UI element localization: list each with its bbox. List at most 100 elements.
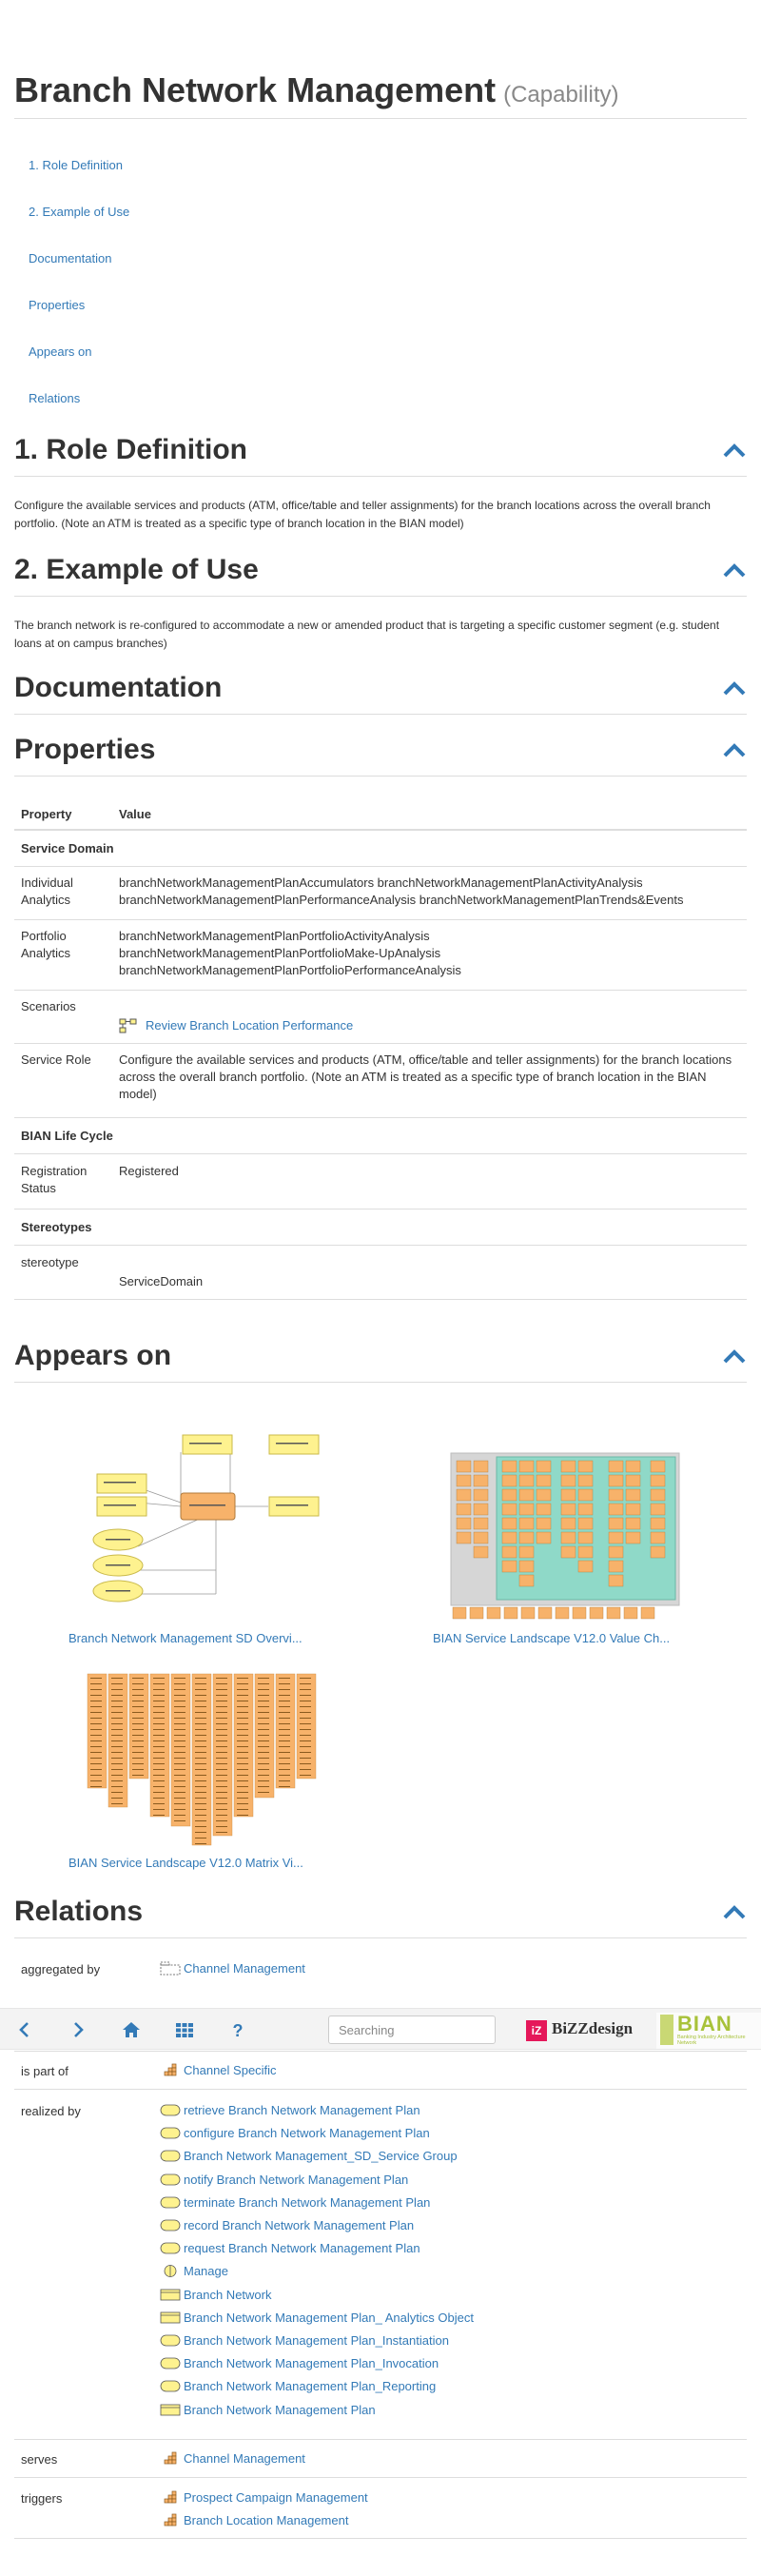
relation-item[interactable]: Branch Network: [160, 2287, 271, 2304]
diagram-thumbnail-sd-overview[interactable]: [83, 1432, 330, 1622]
section-divider: [14, 476, 747, 477]
relation-link[interactable]: Branch Network Management Plan_Instantia…: [184, 2333, 449, 2348]
relation-link[interactable]: notify Branch Network Management Plan: [184, 2173, 408, 2187]
collapse-chevron-up-icon[interactable]: [722, 442, 747, 459]
service-icon: [160, 2219, 181, 2232]
relation-label-aggregated-by: aggregated by: [21, 1962, 101, 1976]
role-definition-heading: 1. Role Definition: [14, 434, 248, 465]
chevron-left-icon[interactable]: [15, 2020, 34, 2039]
relation-item[interactable]: Channel Management: [160, 1960, 305, 1977]
relation-link[interactable]: Branch Network Management_SD_Service Gro…: [184, 2149, 458, 2163]
relation-item[interactable]: retrieve Branch Network Management Plan: [160, 2102, 420, 2119]
grid-menu-icon[interactable]: [175, 2020, 194, 2039]
relation-item[interactable]: Channel Specific: [164, 2062, 277, 2079]
chevron-right-icon[interactable]: [68, 2020, 88, 2039]
property-value: Registered: [119, 1164, 179, 1178]
toc-link-appears-on[interactable]: Appears on: [29, 344, 92, 359]
grouping-icon: [160, 1961, 181, 1976]
relation-item[interactable]: request Branch Network Management Plan: [160, 2240, 420, 2257]
search-input[interactable]: [328, 2016, 496, 2044]
collapse-chevron-up-icon[interactable]: [722, 1347, 747, 1365]
relation-item[interactable]: Prospect Campaign Management: [164, 2489, 368, 2507]
section-divider: [14, 1382, 747, 1383]
group-label: Service Domain: [21, 841, 114, 855]
page-title-type: (Capability): [503, 82, 619, 108]
service-icon: [160, 2242, 181, 2254]
help-icon[interactable]: ?: [228, 2020, 247, 2039]
bian-logo-tagline: Banking Industry Architecture Network: [677, 2035, 746, 2046]
property-value: Configure the available services and pro…: [119, 1052, 732, 1101]
collapse-chevron-up-icon[interactable]: [722, 741, 747, 758]
bian-logo: BIAN Banking Industry Architecture Netwo…: [656, 2012, 761, 2049]
toc-link-role-definition[interactable]: 1. Role Definition: [29, 158, 123, 172]
relation-item[interactable]: Branch Network Management Plan_ Analytic…: [160, 2310, 474, 2327]
capability-icon: [164, 2451, 177, 2465]
relation-link[interactable]: Branch Location Management: [184, 2513, 348, 2527]
relation-item[interactable]: record Branch Network Management Plan: [160, 2217, 414, 2234]
diagram-thumbnail-value-chain[interactable]: [447, 1451, 694, 1627]
scenario-link[interactable]: Review Branch Location Performance: [146, 1017, 353, 1034]
relation-link[interactable]: retrieve Branch Network Management Plan: [184, 2103, 420, 2117]
relation-link[interactable]: configure Branch Network Management Plan: [184, 2126, 430, 2140]
relation-link[interactable]: Branch Network: [184, 2288, 271, 2302]
documentation-heading: Documentation: [14, 672, 223, 703]
capability-icon: [164, 2063, 177, 2076]
property-name: Registration Status: [21, 1164, 88, 1195]
collapse-chevron-up-icon[interactable]: [722, 679, 747, 697]
toc-link-example-of-use[interactable]: 2. Example of Use: [29, 205, 129, 219]
value-line: branchNetworkManagementPlanPerformanceAn…: [119, 893, 684, 907]
object-icon: [160, 2289, 181, 2301]
group-label: Stereotypes: [21, 1220, 92, 1234]
relation-link[interactable]: terminate Branch Network Management Plan: [184, 2195, 430, 2210]
home-icon[interactable]: [122, 2020, 141, 2039]
relation-link[interactable]: Manage: [184, 2264, 228, 2278]
service-icon: [160, 2150, 181, 2162]
property-name: Scenarios: [21, 999, 76, 1013]
service-icon: [160, 2173, 181, 2186]
diagram-link-value-chain[interactable]: BIAN Service Landscape V12.0 Value Ch...: [433, 1631, 670, 1645]
relation-link[interactable]: Branch Network Management Plan_Invocatio…: [184, 2356, 439, 2370]
relation-item[interactable]: Branch Network Management Plan_Invocatio…: [160, 2355, 439, 2372]
relation-item[interactable]: Channel Management: [164, 2450, 305, 2468]
relation-label-is-part-of: is part of: [21, 2064, 68, 2078]
relation-item[interactable]: Branch Network Management_SD_Service Gro…: [160, 2148, 458, 2165]
diagram-thumbnail-matrix-view[interactable]: [83, 1670, 330, 1851]
relation-item[interactable]: terminate Branch Network Management Plan: [160, 2194, 430, 2212]
relation-item[interactable]: Manage: [164, 2263, 228, 2280]
section-divider: [14, 596, 747, 597]
relation-link[interactable]: Prospect Campaign Management: [184, 2490, 368, 2505]
relation-item[interactable]: Branch Location Management: [164, 2512, 348, 2529]
interface-icon: [164, 2265, 177, 2277]
title-divider: [14, 118, 747, 119]
value-line: branchNetworkManagementPlanAccumulators …: [119, 875, 643, 890]
relation-item[interactable]: Branch Network Management Plan_Instantia…: [160, 2332, 449, 2350]
relation-divider: [14, 2051, 747, 2052]
properties-heading: Properties: [14, 734, 156, 765]
relation-item[interactable]: configure Branch Network Management Plan: [160, 2125, 430, 2142]
relation-link[interactable]: Branch Network Management Plan_ Analytic…: [184, 2311, 474, 2325]
collapse-chevron-up-icon[interactable]: [722, 561, 747, 579]
table-row-individual-analytics: Individual Analytics branchNetworkManage…: [14, 867, 747, 920]
relation-link[interactable]: Channel Management: [184, 1961, 305, 1976]
value-line: branchNetworkManagementPlanPortfolioPerf…: [119, 963, 461, 977]
relation-link[interactable]: Branch Network Management Plan_Reporting: [184, 2379, 436, 2393]
service-icon: [160, 2334, 181, 2347]
relation-item[interactable]: Branch Network Management Plan: [160, 2402, 376, 2419]
relation-link[interactable]: Branch Network Management Plan: [184, 2403, 376, 2417]
diagram-link-matrix-view[interactable]: BIAN Service Landscape V12.0 Matrix Vi..…: [68, 1856, 303, 1870]
relation-item[interactable]: Branch Network Management Plan_Reporting: [160, 2378, 436, 2395]
collapse-chevron-up-icon[interactable]: [722, 1903, 747, 1920]
toc-link-properties[interactable]: Properties: [29, 298, 85, 312]
toc-link-documentation[interactable]: Documentation: [29, 251, 111, 265]
group-label: BIAN Life Cycle: [21, 1129, 113, 1143]
relation-link[interactable]: record Branch Network Management Plan: [184, 2218, 414, 2232]
relation-link[interactable]: Channel Specific: [184, 2063, 277, 2077]
relation-item[interactable]: notify Branch Network Management Plan: [160, 2172, 408, 2189]
capability-icon: [164, 2490, 177, 2504]
relation-link[interactable]: request Branch Network Management Plan: [184, 2241, 420, 2255]
value-line: branchNetworkManagementPlanPortfolioActi…: [119, 929, 430, 943]
toc-link-relations[interactable]: Relations: [29, 391, 80, 405]
capability-icon: [164, 2513, 177, 2527]
diagram-link-sd-overview[interactable]: Branch Network Management SD Overvi...: [68, 1631, 302, 1645]
relation-link[interactable]: Channel Management: [184, 2451, 305, 2466]
